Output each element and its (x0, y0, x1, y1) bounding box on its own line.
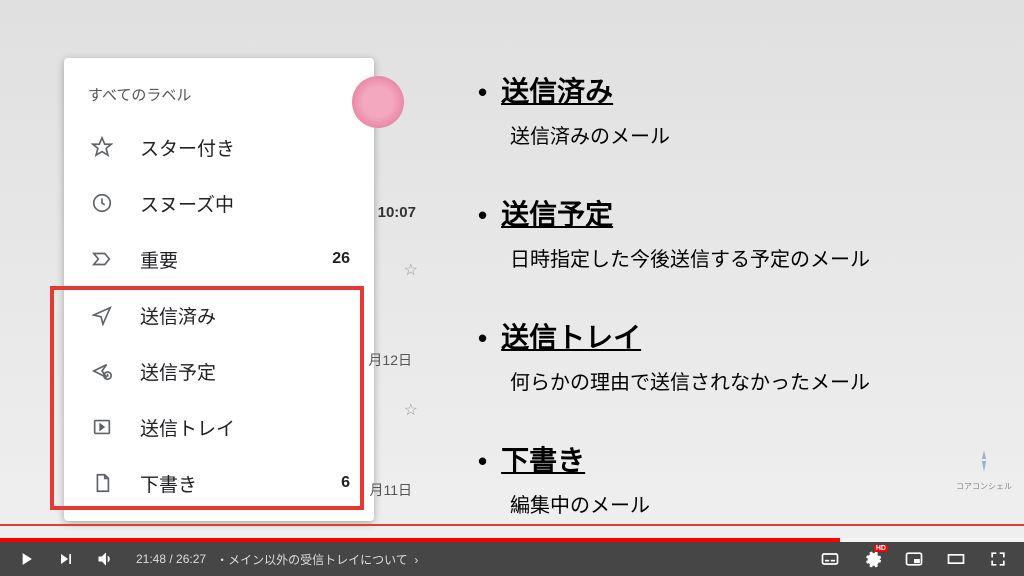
logo-text: コアコンシェル (956, 481, 1012, 492)
draft-icon (88, 472, 116, 494)
label-count: 26 (332, 250, 350, 268)
sidebar-item-scheduled[interactable]: 送信予定 (64, 343, 374, 399)
bullet-desc: 日時指定した今後送信する予定のメール (510, 243, 1004, 272)
theater-button[interactable] (946, 549, 966, 569)
settings-button[interactable]: HD (862, 549, 882, 569)
sent-icon (88, 304, 116, 326)
sidebar-item-label: 送信済み (140, 302, 350, 329)
star-outline-icon: ☆ (404, 400, 418, 420)
email-date: 月11日 (369, 480, 412, 500)
pointer-line (0, 524, 1024, 526)
bullet-desc: 何らかの理由で送信されなかったメール (510, 366, 1004, 395)
sidebar-item-label: 送信予定 (140, 358, 350, 385)
email-date: 月12日 (368, 350, 412, 370)
important-icon (88, 248, 116, 270)
bullet-desc: 編集中のメール (510, 489, 1004, 518)
subtitles-button[interactable] (820, 549, 840, 569)
bullet-item: 送信済み 送信済みのメール (478, 70, 1004, 149)
scheduled-icon (88, 360, 116, 382)
sidebar-item-starred[interactable]: スター付き (64, 119, 374, 175)
bullet-title: 下書き (478, 445, 585, 476)
bullet-item: 送信トレイ 何らかの理由で送信されなかったメール (478, 316, 1004, 395)
sidebar-item-label: 送信トレイ (140, 414, 350, 441)
bullet-item: 送信予定 日時指定した今後送信する予定のメール (478, 193, 1004, 272)
sidebar-item-drafts[interactable]: 下書き 6 (64, 455, 374, 511)
label-count: 6 (341, 474, 350, 492)
bullet-title: 送信トレイ (478, 322, 641, 353)
left-panel: すべてのラベル スター付き スヌーズ中 重要 26 送信済み 送信予定 (0, 0, 420, 542)
bullet-item: 下書き 編集中のメール (478, 439, 1004, 518)
section-header: すべてのラベル (64, 78, 374, 119)
sidebar-item-label: スヌーズ中 (140, 190, 350, 217)
sidebar-item-sent[interactable]: 送信済み (64, 287, 374, 343)
sidebar-item-label: スター付き (140, 134, 350, 161)
clock-icon (88, 192, 116, 214)
play-button[interactable] (16, 549, 36, 569)
bullet-title: 送信予定 (478, 199, 613, 230)
next-button[interactable] (56, 549, 76, 569)
sidebar-item-snoozed[interactable]: スヌーズ中 (64, 175, 374, 231)
explanation-panel: 送信済み 送信済みのメール 送信予定 日時指定した今後送信する予定のメール 送信… (420, 0, 1024, 542)
video-content: すべてのラベル スター付き スヌーズ中 重要 26 送信済み 送信予定 (0, 0, 1024, 542)
sidebar-item-label: 重要 (140, 246, 332, 273)
star-outline-icon: ☆ (404, 260, 418, 280)
miniplayer-button[interactable] (904, 549, 924, 569)
gmail-label-menu: すべてのラベル スター付き スヌーズ中 重要 26 送信済み 送信予定 (64, 58, 374, 521)
sidebar-item-important[interactable]: 重要 26 (64, 231, 374, 287)
email-time: 10:07 (378, 204, 416, 221)
sidebar-item-label: 下書き (140, 470, 341, 497)
sidebar-item-outbox[interactable]: 送信トレイ (64, 399, 374, 455)
hd-badge: HD (874, 545, 888, 552)
volume-button[interactable] (96, 549, 116, 569)
star-icon (88, 136, 116, 158)
bullet-desc: 送信済みのメール (510, 120, 1004, 149)
channel-logo: コアコンシェル (956, 448, 1012, 492)
time-display: 21:48 / 26:27 (136, 552, 206, 566)
avatar[interactable] (352, 76, 404, 128)
outbox-icon (88, 416, 116, 438)
bullet-title: 送信済み (478, 76, 613, 107)
fullscreen-button[interactable] (988, 549, 1008, 569)
chapter-title[interactable]: ・メイン以外の受信トレイについて › (216, 551, 418, 568)
player-controls: 21:48 / 26:27 ・メイン以外の受信トレイについて › HD (0, 542, 1024, 576)
